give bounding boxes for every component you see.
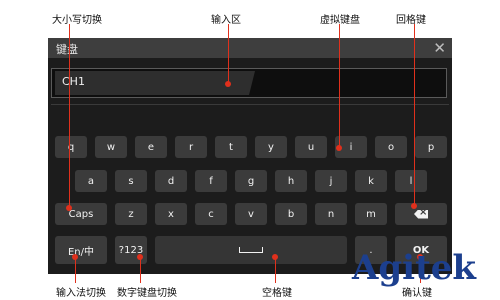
divider (51, 104, 449, 105)
key-r[interactable]: r (175, 136, 207, 158)
annotation-backspace: 回格键 (396, 15, 426, 26)
callout-line-input (228, 24, 229, 84)
key-v[interactable]: v (235, 203, 267, 225)
key-t[interactable]: t (215, 136, 247, 158)
close-icon[interactable]: ✕ (433, 39, 446, 57)
callout-line-space (275, 257, 276, 283)
callout-line-backspace (414, 24, 415, 206)
key-c[interactable]: c (195, 203, 227, 225)
key-y[interactable]: y (255, 136, 287, 158)
key-n[interactable]: n (315, 203, 347, 225)
annotation-virtual-keyboard: 虚拟键盘 (320, 15, 360, 26)
annotation-numeric-keyboard-switch: 数字键盘切换 (117, 288, 177, 299)
key-q[interactable]: q (55, 136, 87, 158)
key-z[interactable]: z (115, 203, 147, 225)
input-value: CH1 (62, 75, 85, 88)
callout-line-numeric (140, 257, 141, 283)
key-w[interactable]: w (95, 136, 127, 158)
key-b[interactable]: b (275, 203, 307, 225)
key-m[interactable]: m (355, 203, 387, 225)
dialog-title-bar: 键盘 ✕ (48, 38, 452, 58)
virtual-keyboard-dialog: 键盘 ✕ CH1 q w e r t y u i o p a s d f g h… (48, 38, 452, 274)
annotation-case-switch: 大小写切换 (52, 15, 102, 26)
brand-logo: Agitek (352, 248, 476, 288)
key-s[interactable]: s (115, 170, 147, 192)
space-key[interactable] (155, 236, 347, 264)
key-a[interactable]: a (75, 170, 107, 192)
key-d[interactable]: d (155, 170, 187, 192)
callout-line-input-method (75, 257, 76, 283)
key-l[interactable]: l (395, 170, 427, 192)
callout-dot-backspace (411, 203, 417, 209)
space-icon (239, 247, 263, 253)
key-x[interactable]: x (155, 203, 187, 225)
key-g[interactable]: g (235, 170, 267, 192)
callout-line-keyboard (339, 24, 340, 148)
backspace-key[interactable] (395, 203, 447, 225)
backspace-icon (414, 209, 428, 219)
numeric-keyboard-key[interactable]: ?123 (115, 236, 147, 264)
input-area[interactable]: CH1 (51, 68, 447, 98)
annotation-input-area: 输入区 (211, 15, 241, 26)
key-h[interactable]: h (275, 170, 307, 192)
input-method-key[interactable]: En/中 (55, 236, 107, 264)
callout-dot-keyboard (336, 145, 342, 151)
callout-dot-case (66, 205, 72, 211)
callout-dot-input (225, 81, 231, 87)
key-k[interactable]: k (355, 170, 387, 192)
callout-line-case (69, 24, 70, 208)
key-u[interactable]: u (295, 136, 327, 158)
key-e[interactable]: e (135, 136, 167, 158)
annotation-input-method-switch: 输入法切换 (56, 288, 106, 299)
key-o[interactable]: o (375, 136, 407, 158)
annotation-space-key: 空格键 (262, 288, 292, 299)
key-p[interactable]: p (415, 136, 447, 158)
dialog-title: 键盘 (56, 43, 78, 56)
caps-key[interactable]: Caps (55, 203, 107, 225)
key-f[interactable]: f (195, 170, 227, 192)
key-j[interactable]: j (315, 170, 347, 192)
